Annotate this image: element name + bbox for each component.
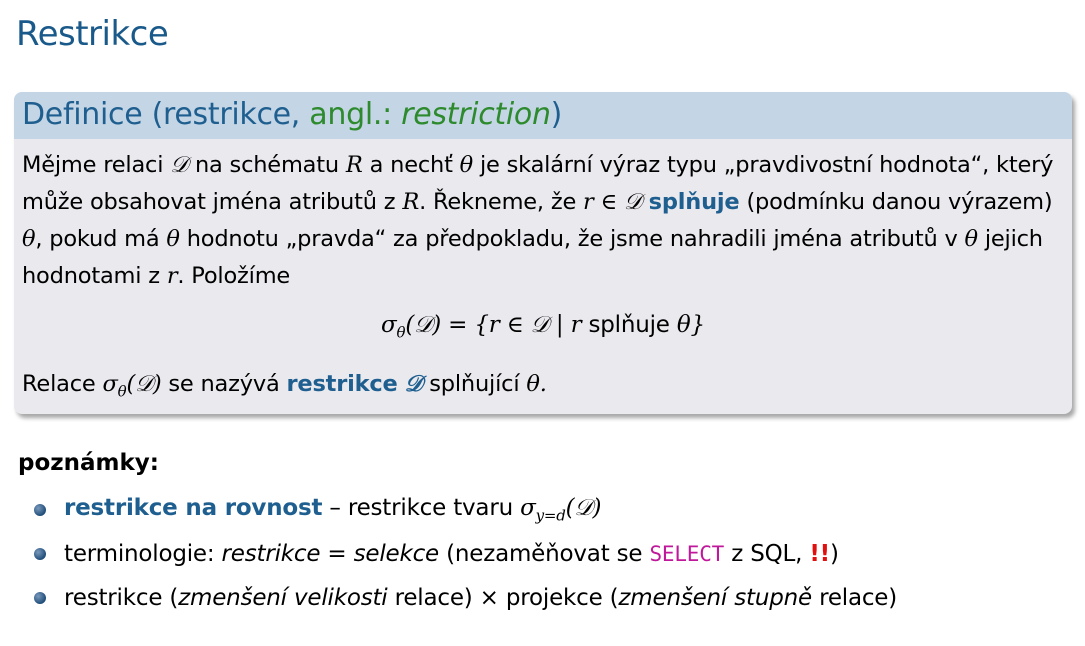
def-text-1: Mějme relaci — [22, 152, 171, 178]
def-bold-splnuje: splňuje — [648, 189, 740, 215]
list-item: restrikce na rovnost – restrikce tvaru σ… — [34, 488, 897, 532]
note2-sql: z SQL, — [724, 541, 810, 567]
def-text-7: (podmínku danou výrazem) — [739, 189, 1053, 215]
note2-selekce: selekce — [353, 541, 440, 567]
list-item: restrikce (zmenšení velikosti relace) × … — [34, 576, 897, 620]
math-R: R — [402, 189, 420, 215]
notes-heading: poznámky: — [18, 450, 159, 476]
note2-alert: !! — [809, 541, 830, 567]
definition-header-angl: angl.: restriction — [309, 97, 551, 132]
math-theta: θ — [22, 226, 36, 252]
math-theta: θ — [964, 226, 979, 252]
conclusion-bold-restrikce: restrikce — [286, 370, 398, 397]
def-text-3: a nechť — [362, 152, 460, 178]
definition-box: Definice (restrikce, angl.: restriction)… — [14, 92, 1072, 414]
math-D: 𝒟 — [170, 152, 188, 178]
list-item: terminologie: restrikce = selekce (nezam… — [34, 532, 897, 576]
math-D-bold: 𝒟 — [404, 370, 423, 397]
formula-lhs: σθ(𝒟) = {r ∈ 𝒟 | r — [381, 312, 582, 342]
note2-text: terminologie: — [64, 541, 222, 567]
math-theta: θ — [459, 152, 474, 178]
definition-header: Definice (restrikce, angl.: restriction) — [14, 92, 1072, 139]
definition-header-suffix: ) — [550, 97, 563, 132]
math-theta: θ. — [526, 370, 547, 397]
conclusion-suffix: splňující — [422, 370, 527, 397]
math-R: R — [345, 152, 363, 178]
def-text-8: , pokud má — [35, 226, 167, 252]
note2-equals: = — [320, 541, 354, 567]
notes-list: restrikce na rovnost – restrikce tvaru σ… — [34, 488, 897, 620]
note3-text-a: restrikce ( — [64, 585, 179, 611]
note3-text-c: relace) — [811, 585, 898, 611]
note3-text-b: relace) × projekce ( — [387, 585, 619, 611]
note3-italic-1: zmenšení velikosti — [178, 585, 388, 611]
math-r: r — [166, 263, 178, 289]
note3-italic-2: zmenšení stupně — [618, 585, 812, 611]
definition-conclusion: Relace σθ(𝒟) se nazývá restrikce 𝒟 splňu… — [22, 366, 1064, 411]
def-text-2: na schématu — [188, 152, 346, 178]
definition-paragraph: Mějme relaci 𝒟 na schématu R a nechť θ j… — [22, 147, 1064, 295]
def-text-5: . Řekneme, že — [419, 189, 584, 215]
bullet-icon — [34, 548, 46, 560]
formula-rhs: θ} — [676, 312, 705, 338]
note2-code-select: SELECT — [649, 542, 725, 566]
formula-text: splňuje — [581, 312, 677, 338]
note1-bold: restrikce na rovnost — [64, 495, 323, 522]
def-text-11: . Položíme — [177, 263, 291, 289]
definition-header-term: restriction — [401, 97, 551, 132]
note2-close: ) — [829, 541, 839, 567]
note2-restrikce: restrikce — [221, 541, 321, 567]
definition-formula: σθ(𝒟) = {r ∈ 𝒟 | r splňuje θ} — [22, 307, 1064, 352]
definition-body: Mějme relaci 𝒟 na schématu R a nechť θ j… — [14, 139, 1072, 410]
math-r-in-D: r ∈ 𝒟 — [583, 189, 642, 215]
def-text-9: hodnotu „pravda“ za předpokladu, že jsme… — [179, 226, 965, 252]
math-sigma-theta-D: σθ(𝒟) — [102, 370, 162, 401]
definition-header-angl-label: angl.: — [309, 97, 402, 132]
note1-text: – restrikce tvaru — [322, 495, 521, 522]
math-sigma-y-eq-d: σy=d(𝒟) — [520, 495, 602, 525]
note2-paren: (nezaměňovat se — [439, 541, 650, 567]
conclusion-prefix: Relace — [22, 370, 103, 397]
bullet-icon — [34, 504, 46, 516]
math-theta: θ — [166, 226, 180, 252]
slide-title: Restrikce — [16, 14, 169, 54]
definition-header-prefix: Definice (restrikce, — [22, 97, 310, 132]
conclusion-mid: se nazývá — [161, 370, 287, 397]
bullet-icon — [34, 592, 46, 604]
